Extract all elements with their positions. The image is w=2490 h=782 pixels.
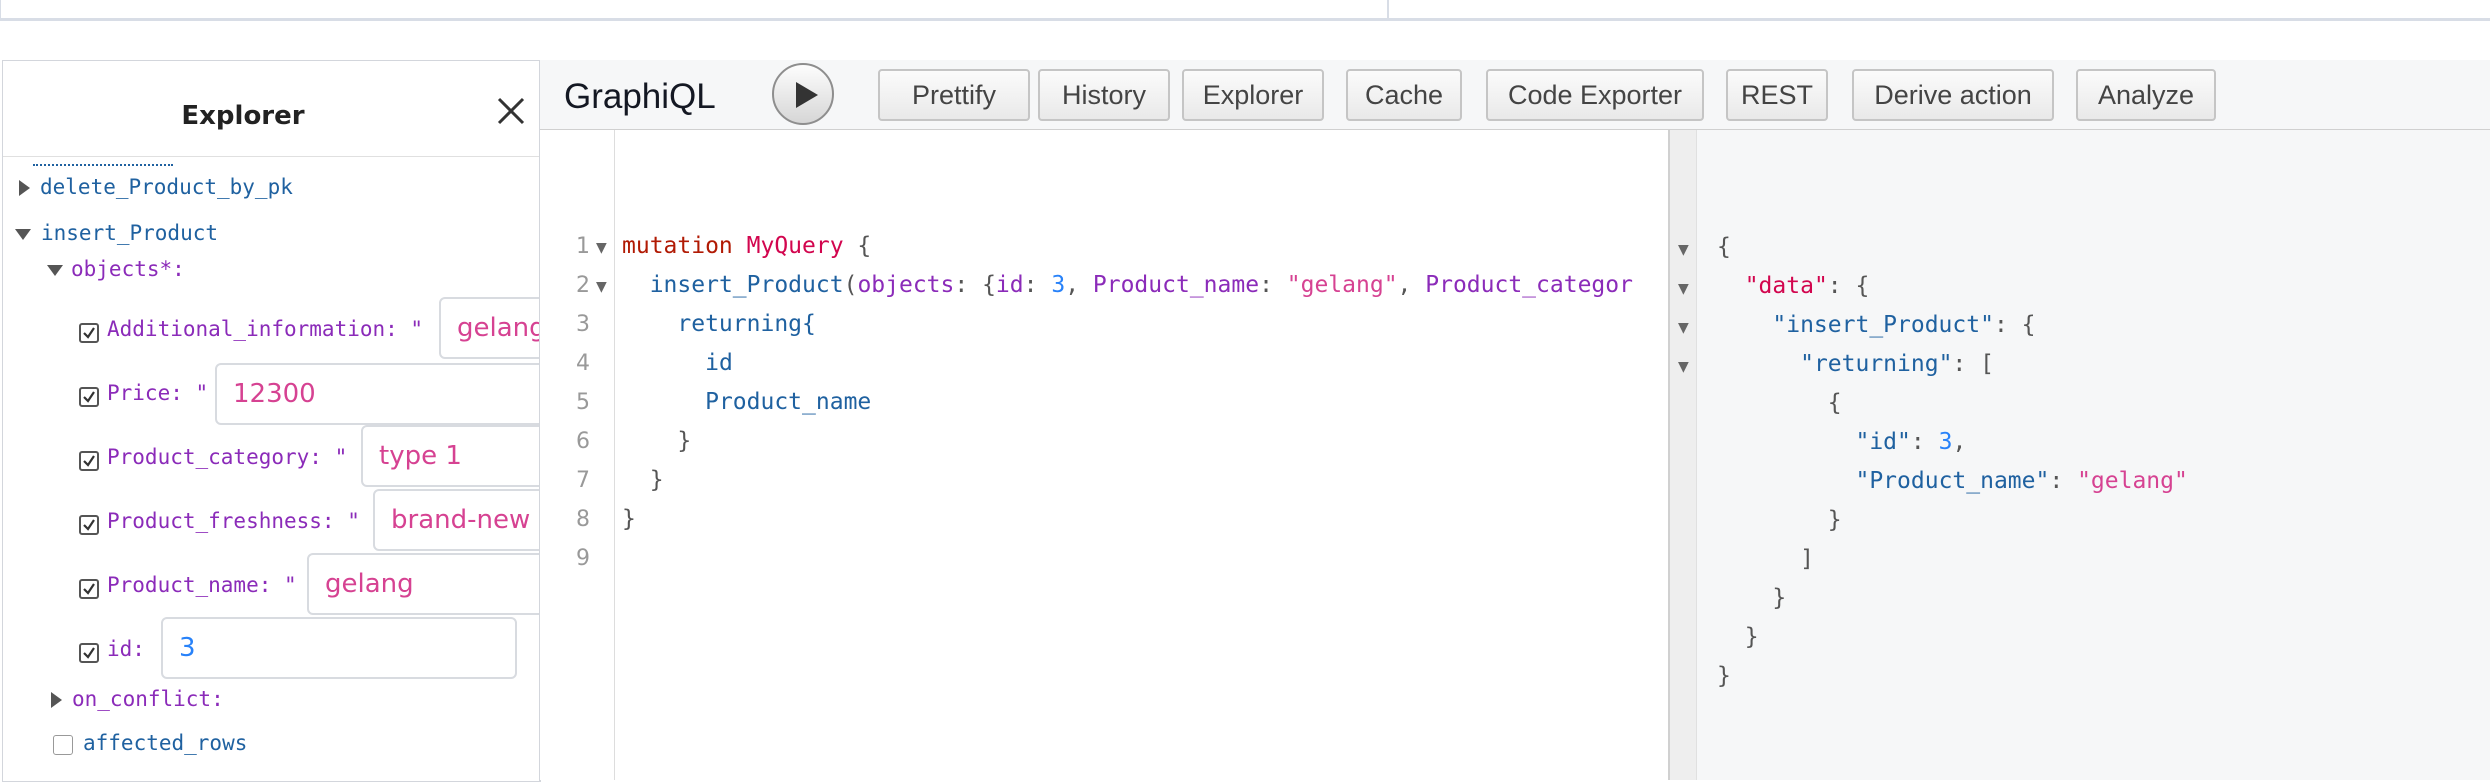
prettify-button[interactable]: Prettify <box>878 69 1030 121</box>
result-line: ] <box>1800 546 1814 572</box>
derive-action-button[interactable]: Derive action <box>1852 69 2054 121</box>
cache-button[interactable]: Cache <box>1346 69 1462 121</box>
play-icon <box>796 82 818 108</box>
code-line-1: mutation MyQuery { <box>622 233 872 259</box>
result-line: "id": 3, <box>1855 429 1967 455</box>
code-line-6: } <box>677 428 692 454</box>
query-editor[interactable]: 1 ▼ 2 ▼ 3 4 5 6 7 8 9 mutation MyQuery {… <box>540 130 1668 780</box>
result-line: } <box>1772 585 1787 611</box>
result-line: "data": { <box>1744 273 1870 299</box>
fold-icon[interactable]: ▼ <box>596 240 607 256</box>
line-number: 6 <box>576 429 590 454</box>
checkbox-checked[interactable] <box>79 387 99 407</box>
top-strip <box>0 0 2490 21</box>
caret-down-icon <box>47 264 63 276</box>
graphiql-toolbar: GraphiQL Prettify History Explorer Cache… <box>540 60 2490 130</box>
caret-right-icon <box>51 692 62 708</box>
line-number: 5 <box>576 390 590 415</box>
fold-icon[interactable]: ▼ <box>596 279 607 295</box>
result-line: } <box>1827 507 1842 533</box>
result-line: { <box>1717 234 1731 260</box>
caret-down-icon <box>15 228 31 240</box>
result-viewer[interactable]: { "data": { "insert_Product": { "returni… <box>1696 130 2490 780</box>
rest-button[interactable]: REST <box>1726 69 1828 121</box>
product-freshness-input[interactable]: brand-new <box>373 489 539 551</box>
id-input[interactable]: 3 <box>161 617 517 679</box>
line-number: 7 <box>576 468 590 493</box>
product-category-input[interactable]: type 1 <box>361 425 539 487</box>
tree-arg-on-conflict[interactable]: on_conflict: <box>51 687 224 711</box>
checkbox-unchecked[interactable] <box>53 735 73 755</box>
line-number: 4 <box>576 351 590 376</box>
checkbox-checked[interactable] <box>79 515 99 535</box>
fold-icon[interactable]: ▼ <box>1678 281 1689 297</box>
line-number: 8 <box>576 507 590 532</box>
run-button[interactable] <box>772 63 834 125</box>
code-line-5: Product_name <box>705 389 872 415</box>
caret-right-icon <box>19 180 30 196</box>
close-icon[interactable] <box>491 91 531 131</box>
line-number: 1 <box>576 234 590 259</box>
history-button[interactable]: History <box>1038 69 1170 121</box>
graphiql-title: GraphiQL <box>564 77 716 116</box>
checkbox-checked[interactable] <box>79 579 99 599</box>
explorer-panel: Explorer delete_Product_by_pk insert_Pro… <box>2 60 541 782</box>
result-line: "insert_Product": { <box>1772 312 2036 338</box>
result-line: "returning": [ <box>1800 351 1994 377</box>
explorer-title: Explorer <box>181 101 305 131</box>
fold-icon[interactable]: ▼ <box>1678 359 1689 375</box>
code-line-8: } <box>622 506 636 532</box>
explorer-tree: delete_Product_by_pk insert_Product obje… <box>3 157 539 781</box>
code-line-7: } <box>649 467 664 493</box>
result-line: "Product_name": "gelang" <box>1855 468 2188 494</box>
tree-item-delete-product-by-pk[interactable]: delete_Product_by_pk <box>19 175 293 199</box>
code-line-4: id <box>705 350 733 376</box>
checkbox-checked[interactable] <box>79 323 99 343</box>
fold-icon[interactable]: ▼ <box>1678 242 1689 258</box>
result-fold-gutter: ▼ ▼ ▼ ▼ <box>1668 130 1698 780</box>
explorer-partial-row <box>33 157 173 171</box>
top-strip-left-pane <box>0 0 1388 19</box>
line-number: 2 <box>576 273 590 298</box>
line-number: 9 <box>576 546 590 571</box>
graphiql-panel: GraphiQL Prettify History Explorer Cache… <box>540 60 2490 780</box>
top-strip-right-pane <box>1388 0 2490 19</box>
code-line-2: insert_Product(objects: {id: 3, Product_… <box>649 272 1633 298</box>
price-input[interactable]: 12300 <box>215 363 539 425</box>
additional-information-input[interactable]: gelang <box>439 297 539 359</box>
checkbox-checked[interactable] <box>79 643 99 663</box>
code-exporter-button[interactable]: Code Exporter <box>1486 69 1704 121</box>
line-number: 3 <box>576 312 590 337</box>
result-line: } <box>1717 663 1731 689</box>
explorer-button[interactable]: Explorer <box>1182 69 1324 121</box>
result-line: } <box>1744 624 1759 650</box>
result-line: { <box>1827 390 1842 416</box>
code-line-3: returning{ <box>677 311 816 337</box>
tree-arg-objects[interactable]: objects*: <box>47 257 185 281</box>
analyze-button[interactable]: Analyze <box>2076 69 2216 121</box>
product-name-input[interactable]: gelang <box>307 553 539 615</box>
explorer-header: Explorer <box>3 61 539 157</box>
checkbox-checked[interactable] <box>79 451 99 471</box>
tree-item-insert-product[interactable]: insert_Product <box>15 221 218 245</box>
fold-icon[interactable]: ▼ <box>1678 320 1689 336</box>
line-gutter: 1 ▼ 2 ▼ 3 4 5 6 7 8 9 <box>540 130 615 780</box>
